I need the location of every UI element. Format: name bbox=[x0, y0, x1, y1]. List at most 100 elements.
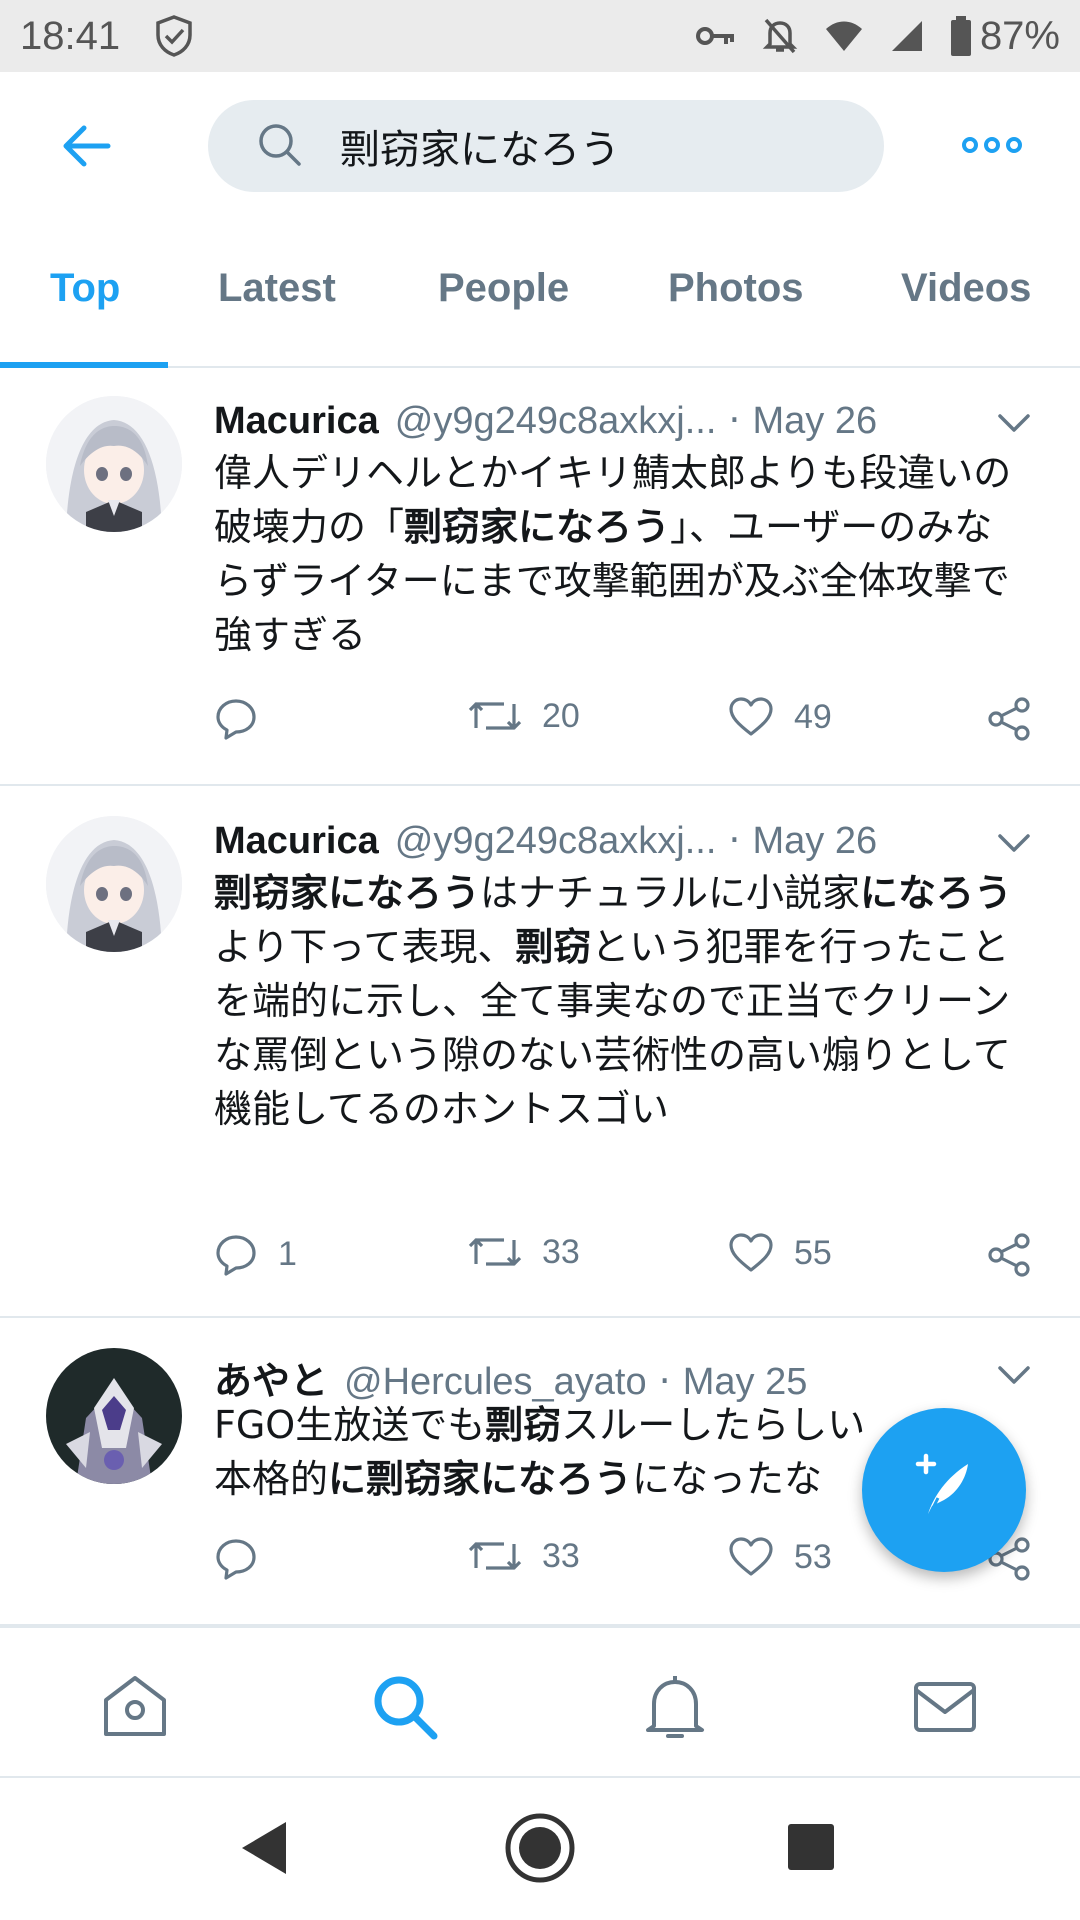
display-name[interactable]: Macurica bbox=[214, 820, 379, 863]
highlighted-term: 剽窃家になろう bbox=[214, 871, 481, 915]
tweet-header: あやと @Hercules_ayato · May 25 bbox=[214, 1350, 1034, 1404]
tweet-text-part: スルーしたらしい bbox=[561, 1403, 866, 1447]
tweet-text-part: はナチュラルに小説家 bbox=[480, 871, 861, 915]
retweet-count: 33 bbox=[542, 1536, 580, 1575]
retweet-button[interactable]: 33 bbox=[468, 1536, 580, 1576]
chevron-down-icon[interactable] bbox=[994, 1360, 1034, 1390]
highlighted-term: になろう bbox=[860, 871, 1013, 915]
signal-icon bbox=[890, 19, 924, 53]
battery-indicator: 87% bbox=[950, 14, 1060, 59]
tab-photos[interactable]: Photos bbox=[668, 266, 804, 311]
bottom-navigation bbox=[0, 1626, 1080, 1778]
tweet-date[interactable]: May 26 bbox=[752, 400, 877, 443]
tab-top[interactable]: Top bbox=[50, 266, 120, 311]
search-query: 剽窃家になろう bbox=[340, 127, 620, 173]
messages-icon[interactable] bbox=[910, 1672, 980, 1742]
share-button[interactable] bbox=[986, 696, 1032, 742]
status-bar: 18:41 87% bbox=[0, 0, 1080, 72]
back-arrow-icon[interactable] bbox=[58, 118, 114, 174]
tweet-date[interactable]: May 26 bbox=[752, 820, 877, 863]
separator-dot: · bbox=[658, 1359, 671, 1403]
tweet-actions: 1 33 55 bbox=[214, 1232, 1044, 1292]
search-icon bbox=[256, 121, 302, 171]
highlighted-term: 剽窃 bbox=[485, 1403, 562, 1447]
compose-feather-icon bbox=[904, 1448, 984, 1532]
tweet-header: Macurica @y9g249c8axkxj... · May 26 bbox=[214, 818, 1034, 872]
like-count: 53 bbox=[794, 1537, 832, 1576]
tab-videos[interactable]: Videos bbox=[901, 266, 1031, 311]
tweet-text: 剽窃家になろうはナチュラルに小説家になろうより下って表現、剽窃という犯罪を行った… bbox=[214, 866, 1014, 1136]
reply-button[interactable] bbox=[214, 1536, 278, 1580]
retweet-count: 20 bbox=[542, 696, 580, 735]
retweet-button[interactable]: 20 bbox=[468, 696, 580, 736]
reply-button[interactable]: 1 bbox=[214, 1232, 297, 1276]
highlighted-term: 剽窃 bbox=[515, 925, 592, 969]
display-name[interactable]: Macurica bbox=[214, 400, 379, 443]
chevron-down-icon[interactable] bbox=[994, 828, 1034, 858]
user-handle[interactable]: @y9g249c8axkxj... bbox=[395, 820, 717, 863]
more-dot bbox=[984, 137, 1000, 153]
system-recents-icon[interactable] bbox=[786, 1822, 836, 1876]
compose-tweet-button[interactable] bbox=[862, 1408, 1026, 1572]
system-home-icon[interactable] bbox=[504, 1812, 576, 1888]
notifications-icon[interactable] bbox=[640, 1672, 710, 1742]
tweet[interactable]: Macurica @y9g249c8axkxj... · May 26 剽窃家に… bbox=[0, 790, 1080, 1318]
more-options-icon[interactable] bbox=[962, 130, 1026, 160]
tab-people[interactable]: People bbox=[438, 266, 569, 311]
system-back-icon[interactable] bbox=[240, 1820, 288, 1880]
like-button[interactable]: 53 bbox=[728, 1536, 832, 1578]
search-icon[interactable] bbox=[370, 1672, 440, 1742]
heart-icon bbox=[728, 1536, 774, 1578]
battery-icon bbox=[950, 16, 972, 56]
separator-dot: · bbox=[728, 398, 741, 442]
retweet-icon bbox=[468, 696, 522, 736]
heart-icon bbox=[728, 696, 774, 738]
search-header: 剽窃家になろう bbox=[0, 72, 1080, 218]
home-icon[interactable] bbox=[100, 1672, 170, 1742]
tweet-text: 偉人デリヘルとかイキリ鯖太郎よりも段違いの破壊力の「剽窃家になろう」、ユーザーの… bbox=[214, 446, 1014, 662]
system-navigation-bar bbox=[0, 1778, 1080, 1920]
tweet[interactable]: Macurica @y9g249c8axkxj... · May 26 偉人デリ… bbox=[0, 370, 1080, 786]
active-tab-indicator bbox=[0, 362, 168, 368]
tweet-header: Macurica @y9g249c8axkxj... · May 26 bbox=[214, 398, 1034, 452]
user-handle[interactable]: @y9g249c8axkxj... bbox=[395, 400, 717, 443]
like-button[interactable]: 55 bbox=[728, 1232, 832, 1274]
wifi-icon bbox=[824, 20, 864, 52]
battery-percent: 87% bbox=[979, 13, 1060, 58]
heart-icon bbox=[728, 1232, 774, 1274]
share-icon bbox=[986, 696, 1032, 742]
like-button[interactable]: 49 bbox=[728, 696, 832, 738]
search-input[interactable]: 剽窃家になろう bbox=[208, 100, 884, 192]
reply-icon bbox=[214, 696, 258, 740]
like-count: 49 bbox=[794, 697, 832, 736]
reply-icon bbox=[214, 1232, 258, 1276]
tweet-text-part: FGO生放送でも bbox=[214, 1403, 486, 1447]
chevron-down-icon[interactable] bbox=[994, 408, 1034, 438]
tweet-text-part: 本格的 bbox=[214, 1457, 329, 1501]
avatar[interactable] bbox=[46, 816, 182, 952]
reply-button[interactable] bbox=[214, 696, 278, 740]
share-button[interactable] bbox=[986, 1232, 1032, 1278]
more-dot bbox=[1006, 137, 1022, 153]
highlighted-term: 剽窃家になろう bbox=[404, 505, 671, 549]
tweet-actions: 20 49 bbox=[214, 696, 1044, 756]
separator-dot: · bbox=[728, 818, 741, 862]
search-tabs: Top Latest People Photos Videos bbox=[0, 218, 1080, 368]
status-time: 18:41 bbox=[20, 13, 121, 58]
retweet-button[interactable]: 33 bbox=[468, 1232, 580, 1272]
retweet-icon bbox=[468, 1536, 522, 1576]
notifications-off-icon bbox=[762, 16, 798, 56]
retweet-count: 33 bbox=[542, 1232, 580, 1271]
share-icon bbox=[986, 1232, 1032, 1278]
avatar[interactable] bbox=[46, 1348, 182, 1484]
tab-latest[interactable]: Latest bbox=[218, 266, 336, 311]
shield-check-icon bbox=[154, 14, 194, 58]
like-count: 55 bbox=[794, 1233, 832, 1272]
avatar[interactable] bbox=[46, 396, 182, 532]
highlighted-term: に bbox=[328, 1457, 367, 1501]
tweet-text-part: より下って表現、 bbox=[214, 925, 516, 969]
reply-count: 1 bbox=[278, 1234, 297, 1273]
retweet-icon bbox=[468, 1232, 522, 1272]
tweet-text-part: になったな bbox=[632, 1457, 823, 1501]
display-name[interactable]: あやと bbox=[214, 1350, 328, 1405]
